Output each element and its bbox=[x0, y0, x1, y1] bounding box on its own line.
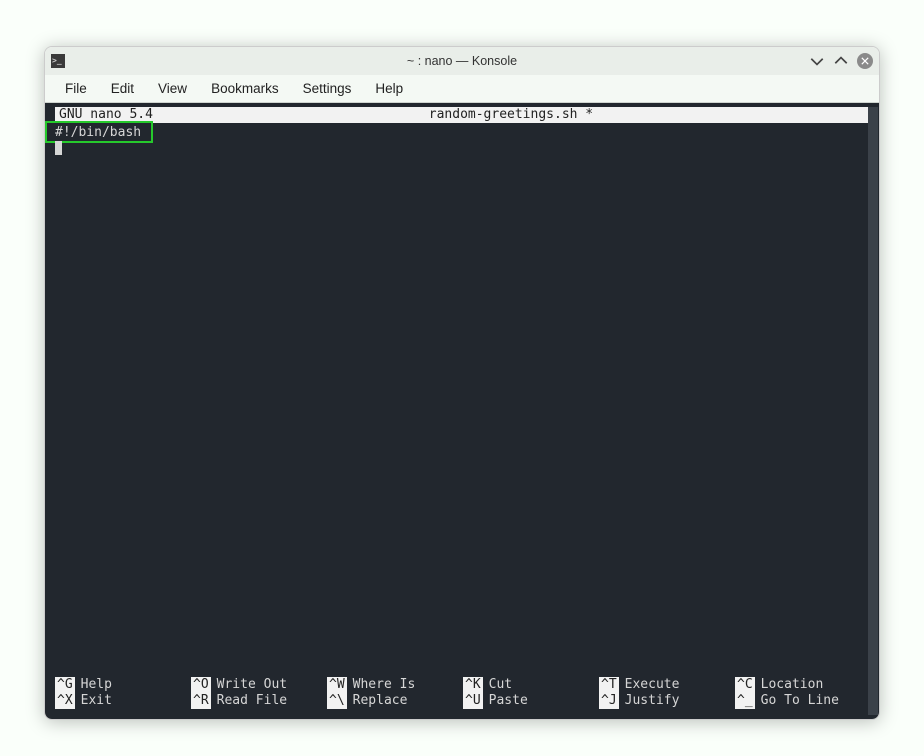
keycap: ^X bbox=[55, 693, 75, 709]
scrollbar[interactable] bbox=[868, 107, 878, 715]
keycap: ^K bbox=[463, 677, 483, 693]
terminal-icon bbox=[51, 54, 65, 68]
shortcut-label: Replace bbox=[353, 693, 408, 709]
shortcut-label: Location bbox=[761, 677, 824, 693]
shortcut-label: Justify bbox=[625, 693, 680, 709]
shortcut-label: Execute bbox=[625, 677, 680, 693]
keycap: ^R bbox=[191, 693, 211, 709]
keycap: ^\ bbox=[327, 693, 347, 709]
window-title: ~ : nano — Konsole bbox=[407, 54, 517, 68]
shortcut-label: Write Out bbox=[217, 677, 287, 693]
shortcut-location: ^C Location bbox=[735, 677, 859, 693]
keycap: ^T bbox=[599, 677, 619, 693]
shortcut-gotoline: ^_ Go To Line bbox=[735, 693, 859, 709]
menu-bookmarks[interactable]: Bookmarks bbox=[199, 77, 291, 100]
close-button[interactable] bbox=[857, 53, 873, 69]
shortcut-execute: ^T Execute bbox=[599, 677, 723, 693]
keycap: ^_ bbox=[735, 693, 755, 709]
editor-line-1[interactable]: #!/bin/bash bbox=[55, 125, 141, 141]
shortcut-exit: ^X Exit bbox=[55, 693, 179, 709]
shortcut-label: Read File bbox=[217, 693, 287, 709]
nano-filename: random-greetings.sh * bbox=[153, 107, 869, 123]
shortcut-help: ^G Help bbox=[55, 677, 179, 693]
shortcut-writeout: ^O Write Out bbox=[191, 677, 315, 693]
keycap: ^G bbox=[55, 677, 75, 693]
shortcut-replace: ^\ Replace bbox=[327, 693, 451, 709]
menu-edit[interactable]: Edit bbox=[99, 77, 146, 100]
maximize-button[interactable] bbox=[833, 53, 849, 69]
terminal-area[interactable]: GNU nano 5.4 random-greetings.sh * #!/bi… bbox=[45, 103, 879, 719]
shortcut-label: Where Is bbox=[353, 677, 416, 693]
menu-file[interactable]: File bbox=[53, 77, 99, 100]
shortcut-readfile: ^R Read File bbox=[191, 693, 315, 709]
titlebar: ~ : nano — Konsole bbox=[45, 47, 879, 75]
keycap: ^W bbox=[327, 677, 347, 693]
shortcut-paste: ^U Paste bbox=[463, 693, 587, 709]
shortcut-cut: ^K Cut bbox=[463, 677, 587, 693]
menu-view[interactable]: View bbox=[146, 77, 199, 100]
app-window: ~ : nano — Konsole File Edit View Bookma… bbox=[44, 46, 880, 720]
scrollbar-thumb[interactable] bbox=[868, 107, 878, 715]
shortcut-label: Go To Line bbox=[761, 693, 839, 709]
menu-help[interactable]: Help bbox=[363, 77, 415, 100]
text-cursor bbox=[55, 141, 62, 155]
minimize-button[interactable] bbox=[809, 53, 825, 69]
menubar: File Edit View Bookmarks Settings Help bbox=[45, 75, 879, 103]
keycap: ^U bbox=[463, 693, 483, 709]
nano-version: GNU nano 5.4 bbox=[55, 107, 153, 123]
shortcut-label: Help bbox=[81, 677, 112, 693]
shortcut-label: Cut bbox=[489, 677, 512, 693]
nano-shortcut-bar: ^G Help ^O Write Out ^W Where Is ^K Cut ^T Ex… bbox=[55, 677, 859, 709]
shortcut-whereis: ^W Where Is bbox=[327, 677, 451, 693]
menu-settings[interactable]: Settings bbox=[291, 77, 364, 100]
keycap: ^J bbox=[599, 693, 619, 709]
window-controls bbox=[809, 53, 873, 69]
keycap: ^C bbox=[735, 677, 755, 693]
shortcut-label: Exit bbox=[81, 693, 112, 709]
shortcut-label: Paste bbox=[489, 693, 528, 709]
nano-header: GNU nano 5.4 random-greetings.sh * bbox=[55, 107, 869, 123]
keycap: ^O bbox=[191, 677, 211, 693]
shortcut-justify: ^J Justify bbox=[599, 693, 723, 709]
